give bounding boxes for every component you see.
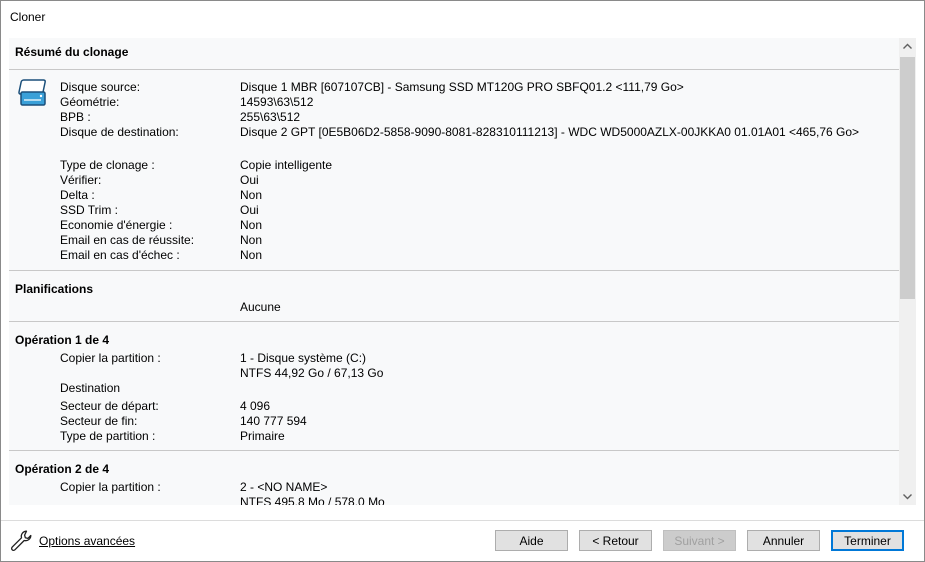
bpb-value: 255\63\512 [240, 110, 301, 124]
copy-partition-label: Copier la partition : [60, 351, 161, 365]
partition-type-label: Type de partition : [60, 429, 156, 443]
advanced-options-label[interactable]: Options avancées [39, 534, 135, 548]
email-success-label: Email en cas de réussite: [60, 233, 195, 247]
geometry-value: 14593\63\512 [240, 95, 314, 109]
end-sector-label: Secteur de fin: [60, 414, 138, 428]
email-success-value: Non [240, 233, 263, 247]
email-failure-label: Email en cas d'échec : [60, 248, 180, 262]
advanced-options-link[interactable]: Options avancées [9, 529, 135, 553]
partition-type-value: Primaire [240, 429, 285, 443]
divider [9, 69, 899, 70]
email-failure-value: Non [240, 248, 263, 262]
clone-type-value: Copie intelligente [240, 158, 333, 172]
copy-partition-size: NTFS 44,92 Go / 67,13 Go [240, 366, 384, 380]
start-sector-label: Secteur de départ: [60, 399, 159, 413]
source-disk-value: Disque 1 MBR [607107CB] - Samsung SSD MT… [240, 80, 684, 94]
divider [9, 270, 899, 271]
help-button[interactable]: Aide [495, 530, 568, 551]
cancel-button[interactable]: Annuler [747, 530, 820, 551]
divider [9, 450, 899, 451]
finish-button[interactable]: Terminer [831, 530, 904, 551]
ssd-trim-value: Oui [240, 203, 259, 217]
power-saving-label: Economie d'énergie : [60, 218, 173, 232]
start-sector-value: 4 096 [240, 399, 271, 413]
scrollbar-thumb[interactable] [900, 57, 915, 299]
verify-value: Oui [240, 173, 259, 187]
copy-partition-label: Copier la partition : [60, 480, 161, 494]
delta-label: Delta : [60, 188, 95, 202]
source-disk-label: Disque source: [60, 80, 141, 94]
cloner-dialog: Cloner Résumé du clonage Disque source: … [0, 0, 925, 562]
vertical-scrollbar[interactable] [899, 38, 916, 505]
next-button[interactable]: Suivant > [663, 530, 736, 551]
destination-disk-value: Disque 2 GPT [0E5B06D2-5858-9090-8081-82… [240, 125, 860, 139]
destination-label: Destination [60, 381, 121, 395]
geometry-label: Géométrie: [60, 95, 120, 109]
end-sector-value: 140 777 594 [240, 414, 307, 428]
chevron-up-icon[interactable] [899, 38, 916, 55]
title-bar: Cloner [1, 1, 924, 33]
power-saving-value: Non [240, 218, 263, 232]
verify-label: Vérifier: [60, 173, 102, 187]
clone-type-label: Type de clonage : [60, 158, 155, 172]
summary-title: Résumé du clonage [15, 45, 129, 59]
operation-1-title: Opération 1 de 4 [15, 333, 110, 347]
operation-2-title: Opération 2 de 4 [15, 462, 110, 476]
back-button[interactable]: < Retour [579, 530, 652, 551]
divider [9, 321, 899, 322]
chevron-down-icon[interactable] [899, 488, 916, 505]
disk-clone-icon [18, 79, 46, 106]
summary-panel: Résumé du clonage Disque source: Disque … [9, 38, 899, 505]
copy-partition-size: NTFS 495,8 Mo / 578,0 Mo [240, 495, 385, 505]
schedules-title: Planifications [15, 282, 94, 296]
wrench-icon [11, 530, 32, 551]
footer-bar: Options avancées Aide < Retour Suivant >… [1, 521, 924, 561]
window-title: Cloner [10, 10, 46, 24]
copy-partition-value: 2 - <NO NAME> [240, 480, 328, 494]
destination-disk-label: Disque de destination: [60, 125, 179, 139]
bpb-label: BPB : [60, 110, 91, 124]
ssd-trim-label: SSD Trim : [60, 203, 119, 217]
copy-partition-value: 1 - Disque système (C:) [240, 351, 367, 365]
schedules-value: Aucune [240, 300, 281, 314]
delta-value: Non [240, 188, 263, 202]
